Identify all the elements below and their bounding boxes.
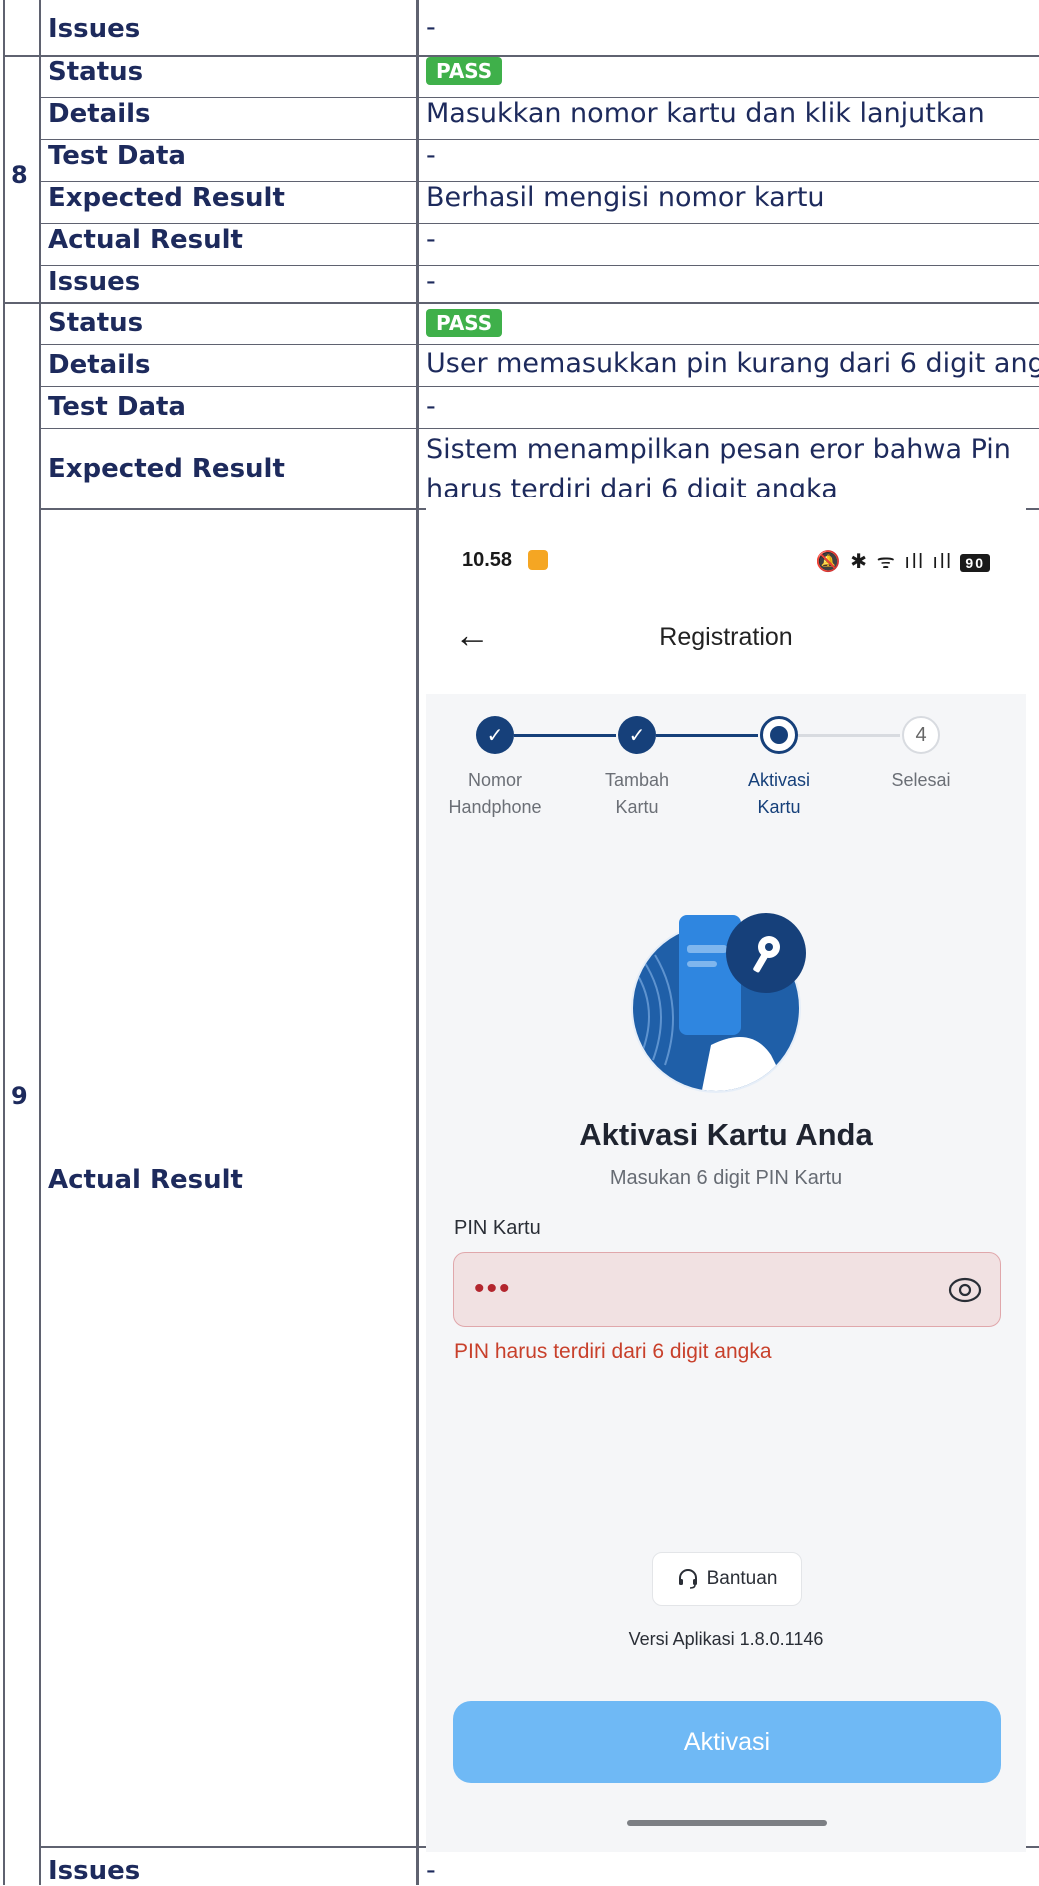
case-9-status-badge: PASS <box>426 309 503 337</box>
activation-subtitle: Masukan 6 digit PIN Kartu <box>609 1167 843 1189</box>
actual-result-screenshot: 10.58 🔕 ✱ ᯤ ıll ıll 90 ← Registration ✓ … <box>426 497 1026 1852</box>
step-3-label-line1: Aktivasi <box>747 770 810 790</box>
pin-error-message: PIN harus terdiri dari 6 digit angka <box>454 1340 772 1363</box>
grid-line <box>416 0 419 1885</box>
grid-line <box>39 344 1039 345</box>
case-8-test-data-label: Test Data <box>48 141 186 171</box>
case-8-actual-label: Actual Result <box>48 225 243 255</box>
case-8-issues-value: - <box>426 266 436 297</box>
app-notification-icon <box>528 550 548 570</box>
case-8-details-value: Masukkan nomor kartu dan klik lanjutkan <box>426 98 985 129</box>
case-8-number: 8 <box>11 161 28 189</box>
case-8-expected-label: Expected Result <box>48 183 285 213</box>
pin-masked-value: ••• <box>474 1272 512 1305</box>
test-case-table: Issues - 8 Status PASS Details Masukkan … <box>0 0 1039 1885</box>
case-8-actual-value: - <box>426 224 436 255</box>
step-3-label-line2: Kartu <box>757 797 801 817</box>
step-4-label-line1: Selesai <box>891 770 951 790</box>
home-indicator <box>627 1820 827 1826</box>
pin-field-label: PIN Kartu <box>454 1217 541 1239</box>
status-bar-icons: 🔕 ✱ ᯤ ıll ıll 90 <box>816 547 990 574</box>
case-9-test-data-label: Test Data <box>48 392 186 422</box>
step-3-label: Aktivasi Kartu <box>719 767 839 821</box>
step-4-label: Selesai <box>861 767 981 794</box>
case-9-status-label: Status <box>48 308 144 338</box>
header-title: Registration <box>659 623 793 651</box>
case-8-status-badge: PASS <box>426 57 503 85</box>
step-3-active-icon <box>760 716 798 754</box>
grid-line <box>39 139 1039 140</box>
help-button-label: Bantuan <box>706 1568 778 1589</box>
case-8-test-data-value: - <box>426 140 436 171</box>
top-issues-value: - <box>426 12 436 43</box>
battery-icon: 90 <box>960 553 990 572</box>
pin-input[interactable]: ••• <box>453 1252 1001 1327</box>
step-2-label-line1: Tambah <box>604 770 670 790</box>
step-2-label: Tambah Kartu <box>577 767 697 821</box>
step-1-check-icon: ✓ <box>476 716 514 754</box>
case-8-details-label: Details <box>48 99 151 129</box>
status-icons-text: 🔕 ✱ ᯤ ıll ıll <box>815 551 953 573</box>
grid-line <box>39 265 1039 266</box>
grid-line <box>3 302 1039 304</box>
case-9-issues-label: Issues <box>48 1856 141 1886</box>
activate-button[interactable]: Aktivasi <box>453 1701 1001 1783</box>
row-label-issues: Issues <box>48 14 141 44</box>
step-1-label: Nomor Handphone <box>435 767 555 821</box>
grid-line <box>39 223 1039 224</box>
step-connector <box>656 734 758 737</box>
case-9-details-value: User memasukkan pin kurang dari 6 digit … <box>426 348 1039 379</box>
step-1-label-line2: Handphone <box>448 797 542 817</box>
case-8-issues-label: Issues <box>48 267 141 297</box>
status-bar-time: 10.58 <box>462 549 513 571</box>
case-9-test-data-value: - <box>426 391 436 422</box>
case-9-details-label: Details <box>48 350 151 380</box>
case-8-expected-value: Berhasil mengisi nomor kartu <box>426 182 825 213</box>
step-connector <box>514 734 616 737</box>
case-9-issues-value: - <box>426 1855 436 1886</box>
step-2-label-line2: Kartu <box>615 797 659 817</box>
grid-line <box>39 0 41 1885</box>
headset-icon <box>678 1569 697 1589</box>
grid-line <box>39 428 1039 429</box>
eye-icon[interactable] <box>948 1273 982 1307</box>
activation-title: Aktivasi Kartu Anda <box>579 1117 873 1152</box>
grid-line <box>39 386 1039 387</box>
step-1-label-line1: Nomor <box>467 770 522 790</box>
case-9-expected-label: Expected Result <box>48 454 285 484</box>
card-key-illustration-icon <box>631 913 806 1093</box>
step-connector <box>798 734 900 737</box>
grid-line <box>3 0 5 1885</box>
step-4-number: 4 <box>902 716 940 754</box>
case-9-actual-label: Actual Result <box>48 1165 243 1195</box>
help-button[interactable]: Bantuan <box>652 1552 802 1606</box>
step-2-check-icon: ✓ <box>618 716 656 754</box>
app-version: Versi Aplikasi 1.8.0.1146 <box>628 1629 824 1649</box>
case-8-status-label: Status <box>48 57 144 87</box>
case-9-number: 9 <box>11 1082 28 1110</box>
grid-line <box>3 55 1039 57</box>
